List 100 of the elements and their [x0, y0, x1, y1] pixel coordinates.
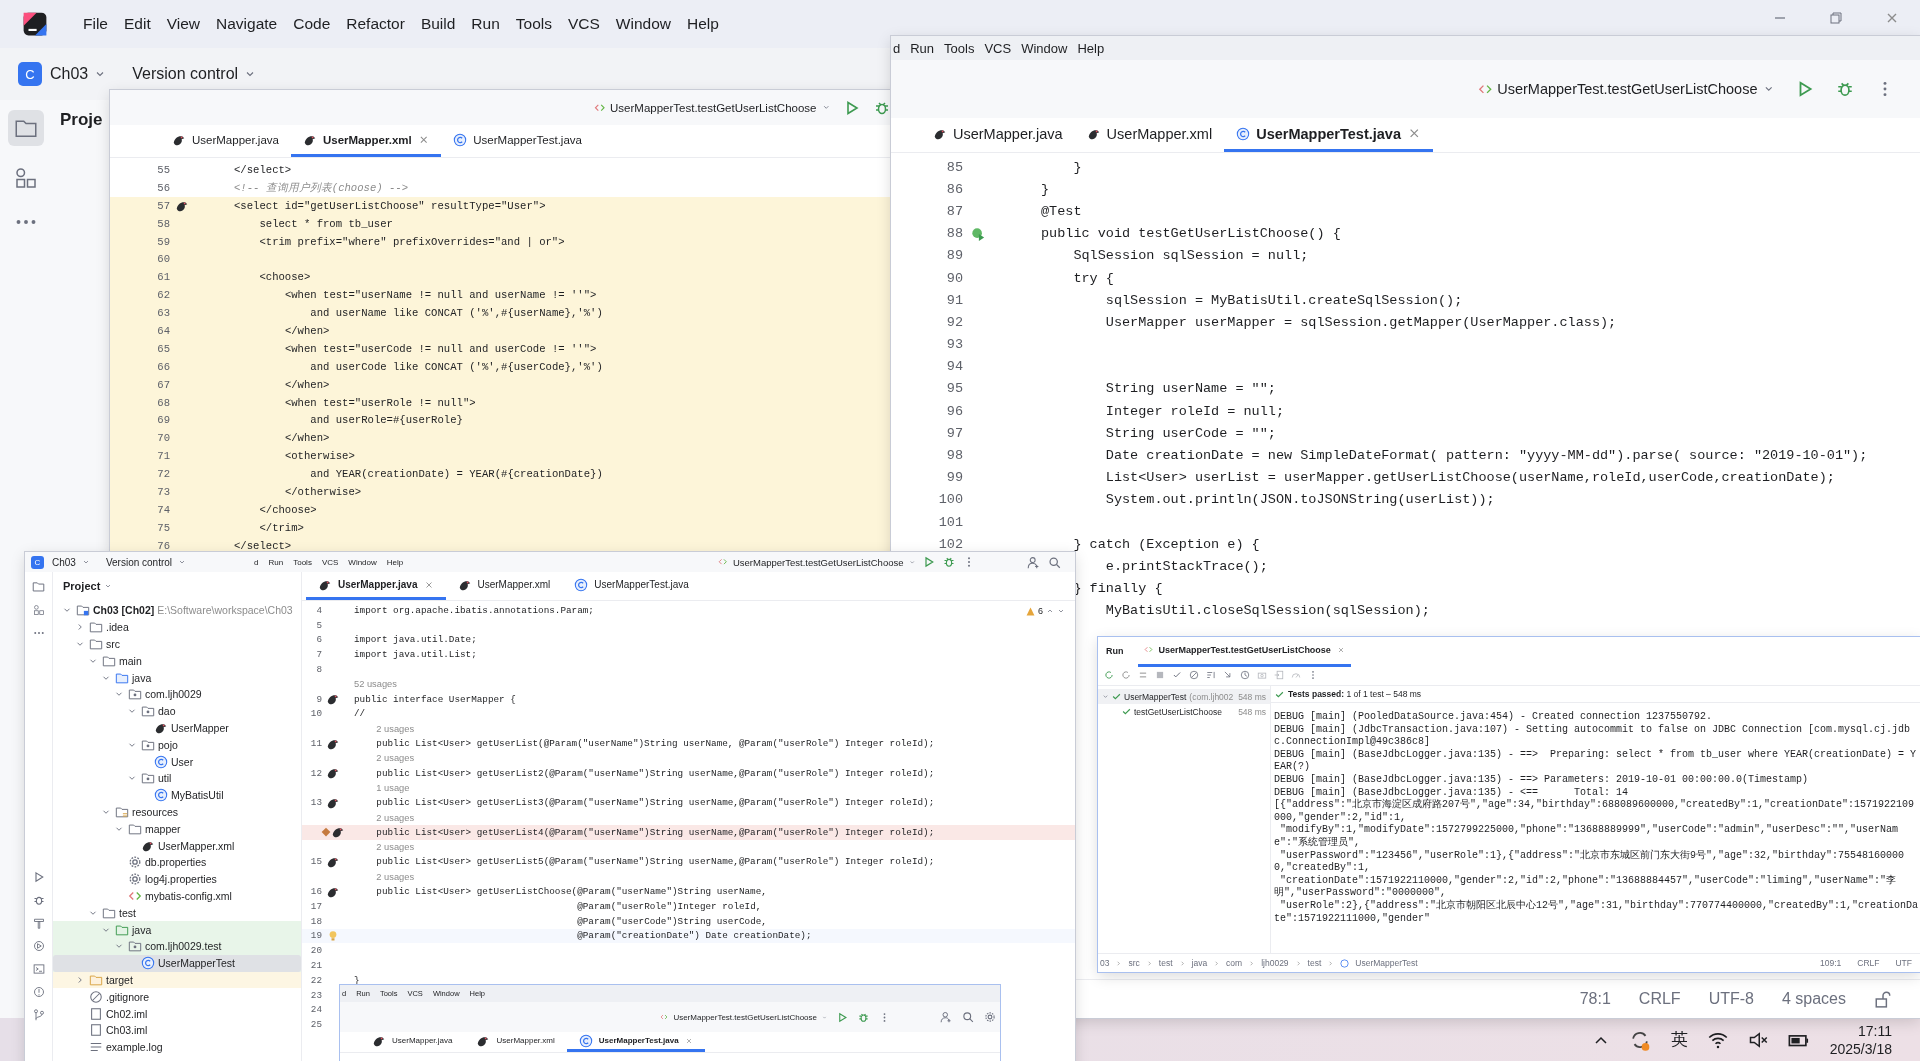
- debug-icon[interactable]: [1836, 80, 1854, 98]
- tree-item[interactable]: .idea: [53, 618, 301, 636]
- tree-item[interactable]: User: [53, 753, 301, 770]
- status-item[interactable]: 78:1: [1579, 990, 1611, 1008]
- menu-item[interactable]: File: [76, 11, 115, 37]
- editor-tab[interactable]: UserMapper.xml: [464, 1032, 567, 1052]
- run-icon[interactable]: [923, 556, 935, 568]
- menu-item[interactable]: Help: [1077, 40, 1105, 56]
- import-icon[interactable]: [1274, 670, 1284, 680]
- menu-item[interactable]: View: [159, 11, 208, 37]
- usage-hint[interactable]: 52 usages: [354, 679, 397, 690]
- usage-hint[interactable]: 2 usages: [376, 723, 415, 734]
- lock-icon[interactable]: [1874, 990, 1892, 1008]
- run-icon[interactable]: [837, 1011, 848, 1023]
- test-item[interactable]: testGetUserListChoose 548 ms: [1098, 704, 1270, 719]
- toggle-icon[interactable]: [1138, 670, 1148, 680]
- menu-item[interactable]: Refactor: [339, 11, 412, 37]
- menu-item[interactable]: Run: [464, 11, 507, 37]
- tree-item[interactable]: com.ljh0029: [53, 686, 301, 703]
- tree-item[interactable]: Ch02.iml: [53, 1005, 301, 1022]
- menu-item[interactable]: Tools: [944, 40, 975, 56]
- menu-item[interactable]: VCS: [984, 40, 1012, 56]
- tree-item[interactable]: java: [53, 921, 301, 938]
- editor-tab[interactable]: UserMapper.java: [160, 125, 291, 157]
- menu-item[interactable]: Window: [348, 557, 377, 567]
- debug-icon[interactable]: [32, 894, 45, 906]
- editor-tab[interactable]: UserMapperTest.java: [441, 125, 594, 157]
- usage-hint[interactable]: 2 usages: [376, 842, 415, 853]
- menu-item[interactable]: Window: [608, 11, 678, 37]
- editor-tab[interactable]: UserMapperTest.java: [562, 572, 701, 600]
- status-item[interactable]: CRLF: [1857, 958, 1880, 968]
- status-item[interactable]: CRLF: [1638, 990, 1681, 1008]
- menu-item[interactable]: Tools: [293, 557, 312, 567]
- project-selector[interactable]: Ch03: [50, 65, 107, 83]
- run-icon[interactable]: [844, 99, 860, 116]
- tree-item[interactable]: src: [53, 635, 301, 653]
- status-item[interactable]: 109:1: [1820, 958, 1842, 968]
- rerun-failed-icon[interactable]: [1121, 670, 1131, 680]
- usage-hint[interactable]: 2 usages: [376, 871, 415, 882]
- add-user-icon[interactable]: [940, 1011, 952, 1023]
- check-icon[interactable]: [1172, 670, 1182, 680]
- menu-item[interactable]: VCS: [560, 11, 607, 37]
- usage-hint[interactable]: 2 usages: [376, 753, 415, 764]
- tree-item[interactable]: test: [53, 904, 301, 922]
- terminal-icon[interactable]: [32, 963, 45, 975]
- breadcrumb-item[interactable]: com: [1226, 958, 1243, 968]
- run-configuration[interactable]: UserMapperTest.testGetUserListChoose: [718, 556, 915, 568]
- tree-item[interactable]: UserMapper: [53, 719, 301, 737]
- folder-icon[interactable]: [32, 580, 45, 593]
- warning-count[interactable]: 6: [1038, 606, 1043, 616]
- editor-tab[interactable]: UserMapper.java: [921, 118, 1075, 152]
- run-configuration[interactable]: UserMapperTest.testGetUserListChoose: [660, 1012, 827, 1022]
- collapse-icon[interactable]: [1223, 670, 1233, 680]
- tree-item[interactable]: resources: [53, 803, 301, 821]
- rerun-icon[interactable]: [1104, 670, 1114, 680]
- tree-item[interactable]: Ch03 [Ch02] E:\Software\workspace\Ch03: [53, 602, 301, 619]
- editor-tab[interactable]: UserMapper.xml: [1074, 118, 1225, 152]
- breadcrumb-item[interactable]: src: [1128, 958, 1140, 968]
- status-item[interactable]: UTF: [1895, 958, 1912, 968]
- tree-item[interactable]: MyBatisUtil: [53, 786, 301, 804]
- debug-icon[interactable]: [858, 1011, 869, 1023]
- tree-item[interactable]: java: [53, 669, 301, 686]
- restore-icon[interactable]: [1828, 10, 1844, 26]
- usage-hint[interactable]: 1 usage: [376, 782, 410, 793]
- tree-item[interactable]: main: [53, 652, 301, 670]
- vcs-selector[interactable]: Version control: [105, 556, 187, 568]
- tree-item[interactable]: .gitignore: [53, 988, 301, 1006]
- menu-item[interactable]: Help: [680, 11, 726, 37]
- menu-item[interactable]: Run: [268, 557, 284, 567]
- menu-item[interactable]: Navigate: [209, 11, 285, 37]
- settings-icon[interactable]: [984, 1011, 996, 1023]
- hammer-icon[interactable]: [32, 917, 45, 929]
- tree-item[interactable]: log4j.properties: [53, 870, 301, 888]
- menu-item[interactable]: Edit: [117, 11, 158, 37]
- search-icon[interactable]: [1048, 555, 1061, 569]
- status-item[interactable]: 4 spaces: [1781, 990, 1846, 1008]
- editor-tab[interactable]: UserMapper.java: [306, 572, 446, 600]
- tree-item[interactable]: dao: [53, 702, 301, 720]
- services-icon[interactable]: [32, 940, 45, 952]
- tree-item[interactable]: db.properties: [53, 853, 301, 871]
- editor-tab[interactable]: UserMapper.xml: [290, 125, 442, 157]
- menu-item[interactable]: Build: [413, 11, 463, 37]
- add-user-icon[interactable]: [1027, 555, 1040, 569]
- tree-item[interactable]: target: [53, 971, 301, 989]
- input-method-indicator[interactable]: 英: [1670, 1028, 1688, 1051]
- menu-item[interactable]: d: [254, 557, 259, 567]
- debug-icon[interactable]: [943, 556, 955, 568]
- run-tab[interactable]: UserMapperTest.testGetUserListChoose: [1137, 635, 1351, 667]
- cancel-icon[interactable]: [1189, 670, 1199, 680]
- breadcrumb-item[interactable]: ljh0029: [1261, 958, 1289, 968]
- debug-icon[interactable]: [874, 99, 890, 116]
- tree-item[interactable]: UserMapperTest: [53, 954, 301, 972]
- project-selector[interactable]: Ch03: [52, 556, 90, 568]
- tree-item[interactable]: com.ljh0029.test: [53, 937, 301, 955]
- editor-tab[interactable]: UserMapperTest.java: [566, 1032, 705, 1052]
- status-item[interactable]: UTF-8: [1708, 990, 1754, 1008]
- sort-icon[interactable]: [1206, 670, 1216, 680]
- tree-item[interactable]: mybatis-config.xml: [53, 887, 301, 905]
- menu-item[interactable]: Code: [286, 11, 338, 37]
- run-configuration[interactable]: UserMapperTest.testGetUserListChoose: [593, 101, 830, 114]
